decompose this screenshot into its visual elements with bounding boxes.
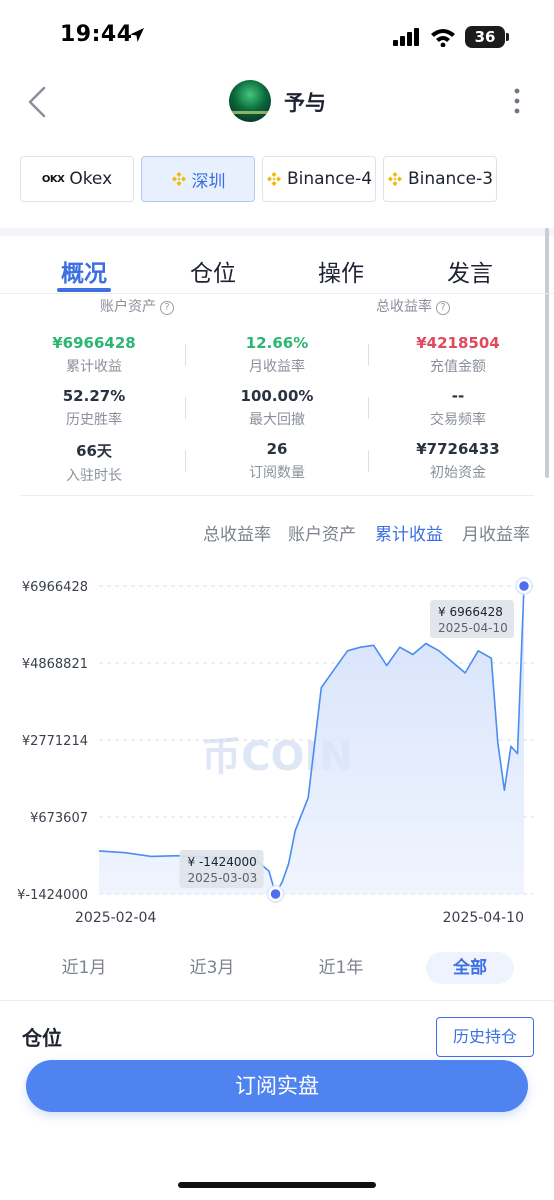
- stat-label: 充值金额: [430, 359, 486, 375]
- nav-bar: 予与: [0, 72, 554, 136]
- section-divider: [0, 1000, 554, 1001]
- tab-active-indicator: [57, 288, 111, 292]
- stat-monthly-return: 12.66% 月收益率: [187, 334, 367, 376]
- tab-operations[interactable]: 操作: [318, 254, 364, 288]
- stats-header-right: 总收益率?: [376, 296, 450, 316]
- stat-days-joined: 66天 入驻时长: [4, 440, 184, 485]
- help-icon[interactable]: ?: [160, 301, 174, 315]
- chart-tab-monthly-return[interactable]: 月收益率: [462, 520, 530, 545]
- exchange-tab-okex[interactable]: OKX Okex: [20, 156, 134, 202]
- status-bar: 19:44 36: [0, 0, 554, 72]
- positions-title: 仓位: [22, 1026, 62, 1050]
- tooltip-date: 2025-04-10: [438, 621, 508, 635]
- back-chevron-icon[interactable]: [24, 84, 52, 120]
- stat-label: 入驻时长: [66, 468, 122, 484]
- stat-max-drawdown: 100.00% 最大回撤: [187, 387, 367, 429]
- y-tick-label: ¥-1424000: [17, 888, 88, 903]
- avatar[interactable]: [229, 80, 271, 122]
- y-tick-label: ¥6966428: [22, 580, 88, 595]
- stat-subscriptions: 26 订阅数量: [187, 440, 367, 482]
- stats-divider: [20, 495, 534, 496]
- subscribe-button[interactable]: 订阅实盘: [26, 1060, 528, 1112]
- y-tick-label: ¥4868821: [22, 657, 88, 672]
- help-icon[interactable]: ?: [436, 301, 450, 315]
- range-1-month[interactable]: 近1月: [48, 952, 120, 984]
- stat-separator: [185, 450, 186, 472]
- stat-win-rate: 52.27% 历史胜率: [4, 387, 184, 429]
- range-selector: 近1月 近3月 近1年 全部: [0, 952, 554, 986]
- chart-tab-cumulative-return[interactable]: 累计收益: [375, 520, 443, 545]
- y-tick-label: ¥673607: [30, 811, 88, 826]
- stat-label: 初始资金: [430, 465, 486, 481]
- stat-deposit-amount: ¥4218504 充值金额: [368, 334, 548, 376]
- stat-initial-capital: ¥7726433 初始资金: [368, 440, 548, 482]
- stat-cumulative-return: ¥6966428 累计收益: [4, 334, 184, 376]
- history-positions-button[interactable]: 历史持仓: [436, 1017, 534, 1057]
- stat-value: 52.27%: [62, 387, 126, 405]
- wifi-icon: [431, 29, 455, 47]
- binance-logo-icon: [171, 172, 186, 186]
- binance-logo-icon: [266, 172, 281, 186]
- chart-tab-account-assets[interactable]: 账户资产: [288, 520, 356, 545]
- stat-value: 12.66%: [245, 334, 309, 352]
- stat-label: 交易频率: [430, 412, 486, 428]
- exchange-tab-shenzhen[interactable]: 深圳: [141, 156, 255, 202]
- tab-positions[interactable]: 仓位: [190, 254, 236, 288]
- stat-label: 历史胜率: [66, 412, 122, 428]
- exchange-tab-label: 深圳: [191, 171, 226, 192]
- stat-value: ¥6966428: [52, 334, 136, 352]
- tab-overview[interactable]: 概况: [61, 254, 107, 288]
- status-time: 19:44: [60, 22, 133, 47]
- page-title: 予与: [284, 91, 326, 115]
- stat-value: ¥7726433: [416, 440, 500, 458]
- tooltip-value: ¥ 6966428: [438, 605, 503, 619]
- stat-value: 100.00%: [240, 387, 314, 405]
- tabs-divider: [0, 293, 554, 294]
- exchange-tab-label: Binance-4: [286, 169, 373, 189]
- range-3-months[interactable]: 近3月: [176, 952, 248, 984]
- exchange-tab-label: Okex: [69, 169, 113, 189]
- range-all[interactable]: 全部: [426, 952, 514, 984]
- stat-label: 最大回撤: [249, 412, 305, 428]
- binance-logo-icon: [387, 172, 402, 186]
- range-1-year[interactable]: 近1年: [305, 952, 377, 984]
- highlight-point: [268, 886, 283, 902]
- chart-tab-total-return[interactable]: 总收益率: [203, 520, 271, 545]
- more-vertical-icon[interactable]: [507, 86, 527, 116]
- cumulative-return-chart[interactable]: 币COIN ¥ 69664282025-04-10¥ -14240002025-…: [0, 560, 554, 940]
- main-tabs: 概况 仓位 操作 发言: [0, 246, 554, 294]
- battery-cap: [506, 33, 509, 41]
- exchange-tab-binance-4[interactable]: Binance-4: [262, 156, 376, 202]
- exchange-selector: OKX Okex 深圳 Binance-4 Binance-3: [20, 156, 540, 202]
- exchange-tab-label: Binance-3: [407, 169, 494, 189]
- stat-trade-frequency: -- 交易频率: [368, 387, 548, 429]
- stat-value: 26: [266, 440, 288, 458]
- highlight-point: [516, 578, 532, 594]
- location-arrow-icon: [130, 28, 144, 42]
- stat-separator: [185, 344, 186, 366]
- cellular-signal-icon: [393, 28, 419, 46]
- stat-value: ¥4218504: [416, 334, 500, 352]
- stat-label: 订阅数量: [249, 465, 305, 481]
- okx-logo-icon: OKX: [41, 173, 65, 185]
- tooltip-value: ¥ -1424000: [188, 855, 257, 869]
- stat-label: 月收益率: [249, 359, 305, 375]
- x-tick-label: 2025-02-04: [75, 910, 156, 926]
- stat-value: --: [451, 387, 465, 405]
- x-tick-label: 2025-04-10: [443, 910, 524, 926]
- stats-header-label: 总收益率: [376, 299, 432, 315]
- stats-header-left: 账户资产?: [100, 296, 174, 316]
- stat-separator: [185, 397, 186, 419]
- stats-header-label: 账户资产: [100, 299, 156, 315]
- stat-value: 66天: [76, 442, 112, 460]
- battery-indicator: 36: [465, 26, 505, 48]
- y-tick-label: ¥2771214: [22, 734, 88, 749]
- exchange-tab-binance-3[interactable]: Binance-3: [383, 156, 497, 202]
- home-indicator[interactable]: [178, 1182, 376, 1188]
- stat-label: 累计收益: [66, 359, 122, 375]
- tooltip-date: 2025-03-03: [188, 871, 258, 885]
- tab-posts[interactable]: 发言: [447, 254, 493, 288]
- section-divider: [0, 228, 554, 236]
